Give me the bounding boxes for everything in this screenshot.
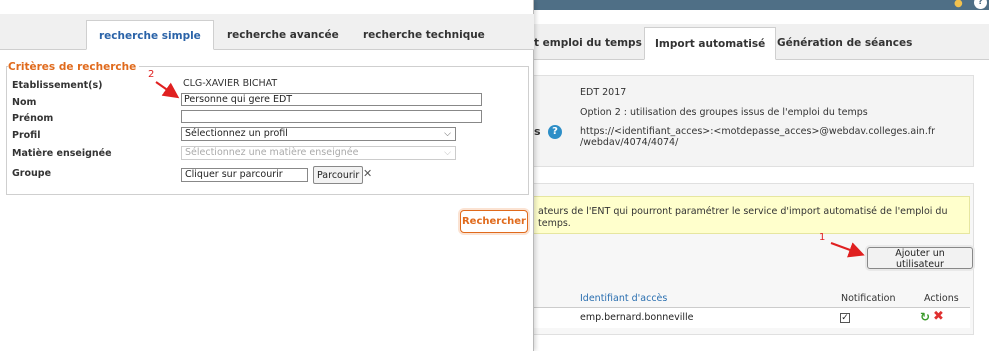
background-tabs: t emploi du temps Import automatisé Géné… xyxy=(534,24,989,60)
users-notice: ateurs de l'ENT qui pourront paramétrer … xyxy=(534,196,970,234)
search-modal: recherche simple recherche avancée reche… xyxy=(0,0,534,351)
delete-x-icon[interactable]: ✖ xyxy=(933,309,944,324)
establishment-value: CLG-XAVIER BICHAT xyxy=(183,78,278,89)
row-access-id: emp.bernard.bonneville xyxy=(580,312,694,323)
users-table-header: Identifiant d'accès Notification Actions xyxy=(534,290,970,308)
name-input[interactable] xyxy=(181,93,482,106)
tab-generation-seances[interactable]: Génération de séances xyxy=(777,27,912,60)
config-option: Option 2 : utilisation des groupes issus… xyxy=(580,107,868,118)
refresh-icon[interactable]: ↻ xyxy=(920,310,930,324)
firstname-input[interactable] xyxy=(181,110,482,123)
col-actions: Actions xyxy=(924,293,959,304)
config-label-fragment: s xyxy=(534,125,541,138)
tab-recherche-simple[interactable]: recherche simple xyxy=(86,20,214,50)
config-edt-name: EDT 2017 xyxy=(580,87,627,98)
notification-icon[interactable]: ● xyxy=(954,0,963,9)
close-icon[interactable]: ✕ xyxy=(363,167,372,180)
question-circle-icon[interactable]: ? xyxy=(548,125,562,139)
chevron-down-icon: ⌵ xyxy=(444,129,451,139)
notification-checkbox[interactable]: ✓ xyxy=(840,313,850,323)
browse-button[interactable]: Parcourir xyxy=(313,166,364,184)
subject-label: Matière enseignée xyxy=(12,148,112,159)
tab-recherche-technique[interactable]: recherche technique xyxy=(363,20,485,50)
search-button[interactable]: Rechercher xyxy=(460,210,528,233)
group-input[interactable]: Cliquer sur parcourir xyxy=(181,168,308,182)
tab-recherche-avancee[interactable]: recherche avancée xyxy=(227,20,339,50)
criteria-legend: Critères de recherche xyxy=(8,61,140,73)
app-header-bar: ● ? xyxy=(534,0,989,10)
help-icon[interactable]: ? xyxy=(974,0,987,9)
subject-selected: Sélectionnez une matière enseignée xyxy=(185,147,359,158)
table-row: emp.bernard.bonneville ✓ ↻ ✖ xyxy=(534,308,970,328)
subject-select[interactable]: Sélectionnez une matière enseignée ⌵ xyxy=(181,146,456,160)
annotation-number-2: 2 xyxy=(148,69,155,80)
modal-tabs: recherche simple recherche avancée reche… xyxy=(0,14,534,50)
col-notification: Notification xyxy=(841,293,896,304)
config-url-line1: https://<identifiant_acces>:<motdepasse_… xyxy=(580,126,936,137)
profile-selected: Sélectionnez un profil xyxy=(185,128,288,139)
establishment-label: Etablissement(s) xyxy=(12,80,103,91)
chevron-down-icon: ⌵ xyxy=(444,148,451,158)
users-panel: ateurs de l'ENT qui pourront paramétrer … xyxy=(534,183,974,335)
name-label: Nom xyxy=(12,97,37,108)
import-config-panel: EDT 2017 Option 2 : utilisation des grou… xyxy=(534,75,974,167)
firstname-label: Prénom xyxy=(12,113,54,124)
tab-import-automatise[interactable]: Import automatisé xyxy=(644,27,777,60)
col-access-id[interactable]: Identifiant d'accès xyxy=(580,293,667,304)
search-criteria-fieldset: Critères de recherche Etablissement(s) C… xyxy=(6,61,529,195)
group-label: Groupe xyxy=(12,168,52,179)
config-url-line2: /webdav/4074/4074/ xyxy=(580,137,679,148)
profile-label: Profil xyxy=(12,130,41,141)
tab-emploi-du-temps[interactable]: t emploi du temps xyxy=(534,27,642,60)
annotation-number-1: 1 xyxy=(819,232,826,243)
profile-select[interactable]: Sélectionnez un profil ⌵ xyxy=(181,127,456,141)
add-user-button[interactable]: Ajouter un utilisateur xyxy=(867,247,973,270)
